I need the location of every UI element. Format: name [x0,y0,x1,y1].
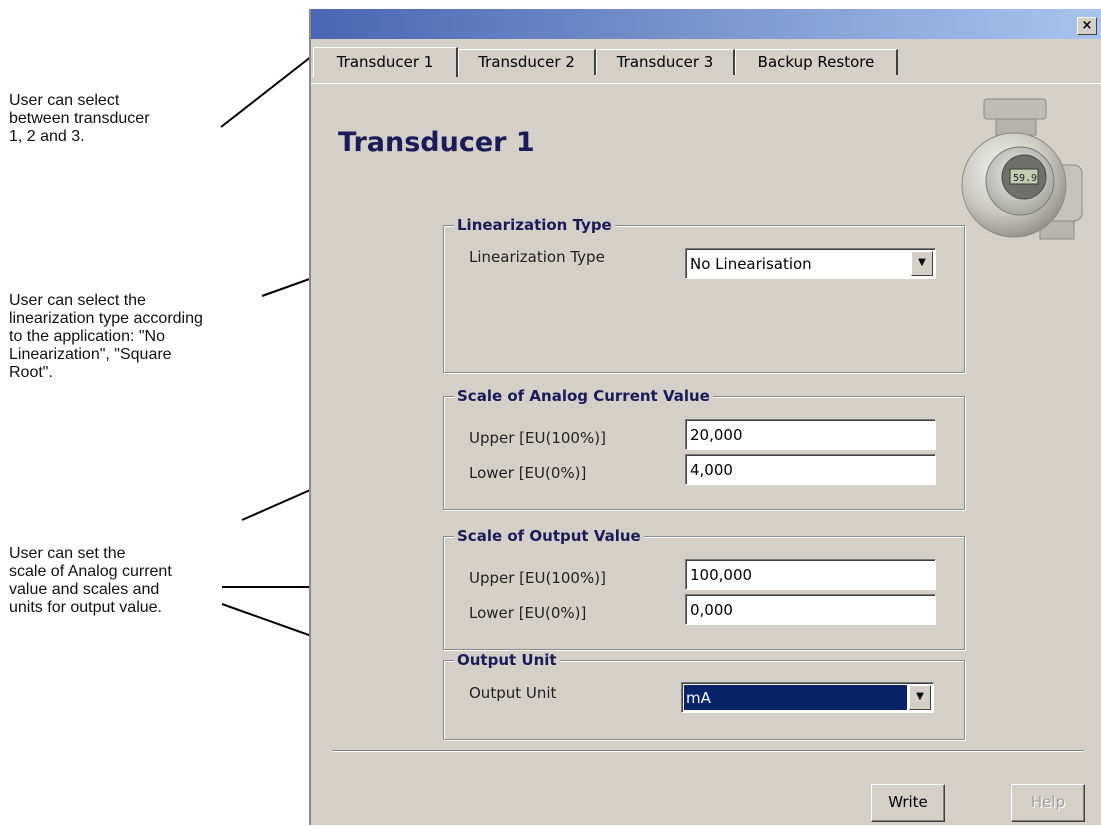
tab-transducer-1[interactable]: Transducer 1 [313,47,458,77]
transmitter-device-image: 59.9 [961,98,1083,240]
output-lower-input[interactable]: 0,000 [685,594,936,625]
bottom-separator [332,750,1084,752]
help-button[interactable]: Help [1011,784,1085,822]
close-button[interactable]: × [1077,17,1097,35]
page-title: Transducer 1 [338,127,535,158]
linearization-type-dropdown[interactable]: No Linearisation ▼ [685,248,936,279]
leader-line-tabs [220,55,313,128]
tab-transducer-3[interactable]: Transducer 3 [596,49,735,75]
output-scale-group: Scale of Output Value [443,527,965,650]
output-upper-label: Upper [EU(100%)] [469,569,606,587]
output-unit-dropdown[interactable]: mA ▼ [681,682,934,713]
linearization-type-label: Linearization Type [469,248,605,266]
analog-scale-group-title: Scale of Analog Current Value [454,387,713,405]
transducer-dialog: × Transducer 1 Transducer 2 Transducer 3… [309,9,1101,825]
tab-strip: Transducer 1 Transducer 2 Transducer 3 B… [311,43,1101,83]
output-upper-input[interactable]: 100,000 [685,559,936,590]
linearization-group-title: Linearization Type [454,216,615,234]
window-titlebar[interactable]: × [311,9,1101,39]
output-unit-group-title: Output Unit [454,651,560,669]
annotation-scales: User can set the scale of Analog current… [9,545,172,616]
analog-lower-input[interactable]: 4,000 [685,454,936,485]
annotation-linearization: User can select the linearization type a… [9,292,203,381]
output-scale-group-title: Scale of Output Value [454,527,644,545]
analog-upper-input[interactable]: 20,000 [685,419,936,450]
output-unit-value: mA [683,684,908,711]
analog-lower-label: Lower [EU(0%)] [469,464,587,482]
linearization-type-value: No Linearisation [690,255,812,273]
chevron-down-icon[interactable]: ▼ [911,251,933,276]
analog-upper-label: Upper [EU(100%)] [469,429,606,447]
device-display-reading: 59.9 [1013,173,1037,184]
chevron-down-icon[interactable]: ▼ [909,685,931,710]
output-lower-label: Lower [EU(0%)] [469,604,587,622]
annotation-tabs: User can select between transducer 1, 2 … [9,92,150,145]
tab-transducer-2[interactable]: Transducer 2 [458,49,596,75]
analog-scale-group: Scale of Analog Current Value [443,387,965,510]
tab-backup-restore[interactable]: Backup Restore [735,49,898,75]
output-unit-label: Output Unit [469,684,557,702]
write-button[interactable]: Write [871,784,945,822]
